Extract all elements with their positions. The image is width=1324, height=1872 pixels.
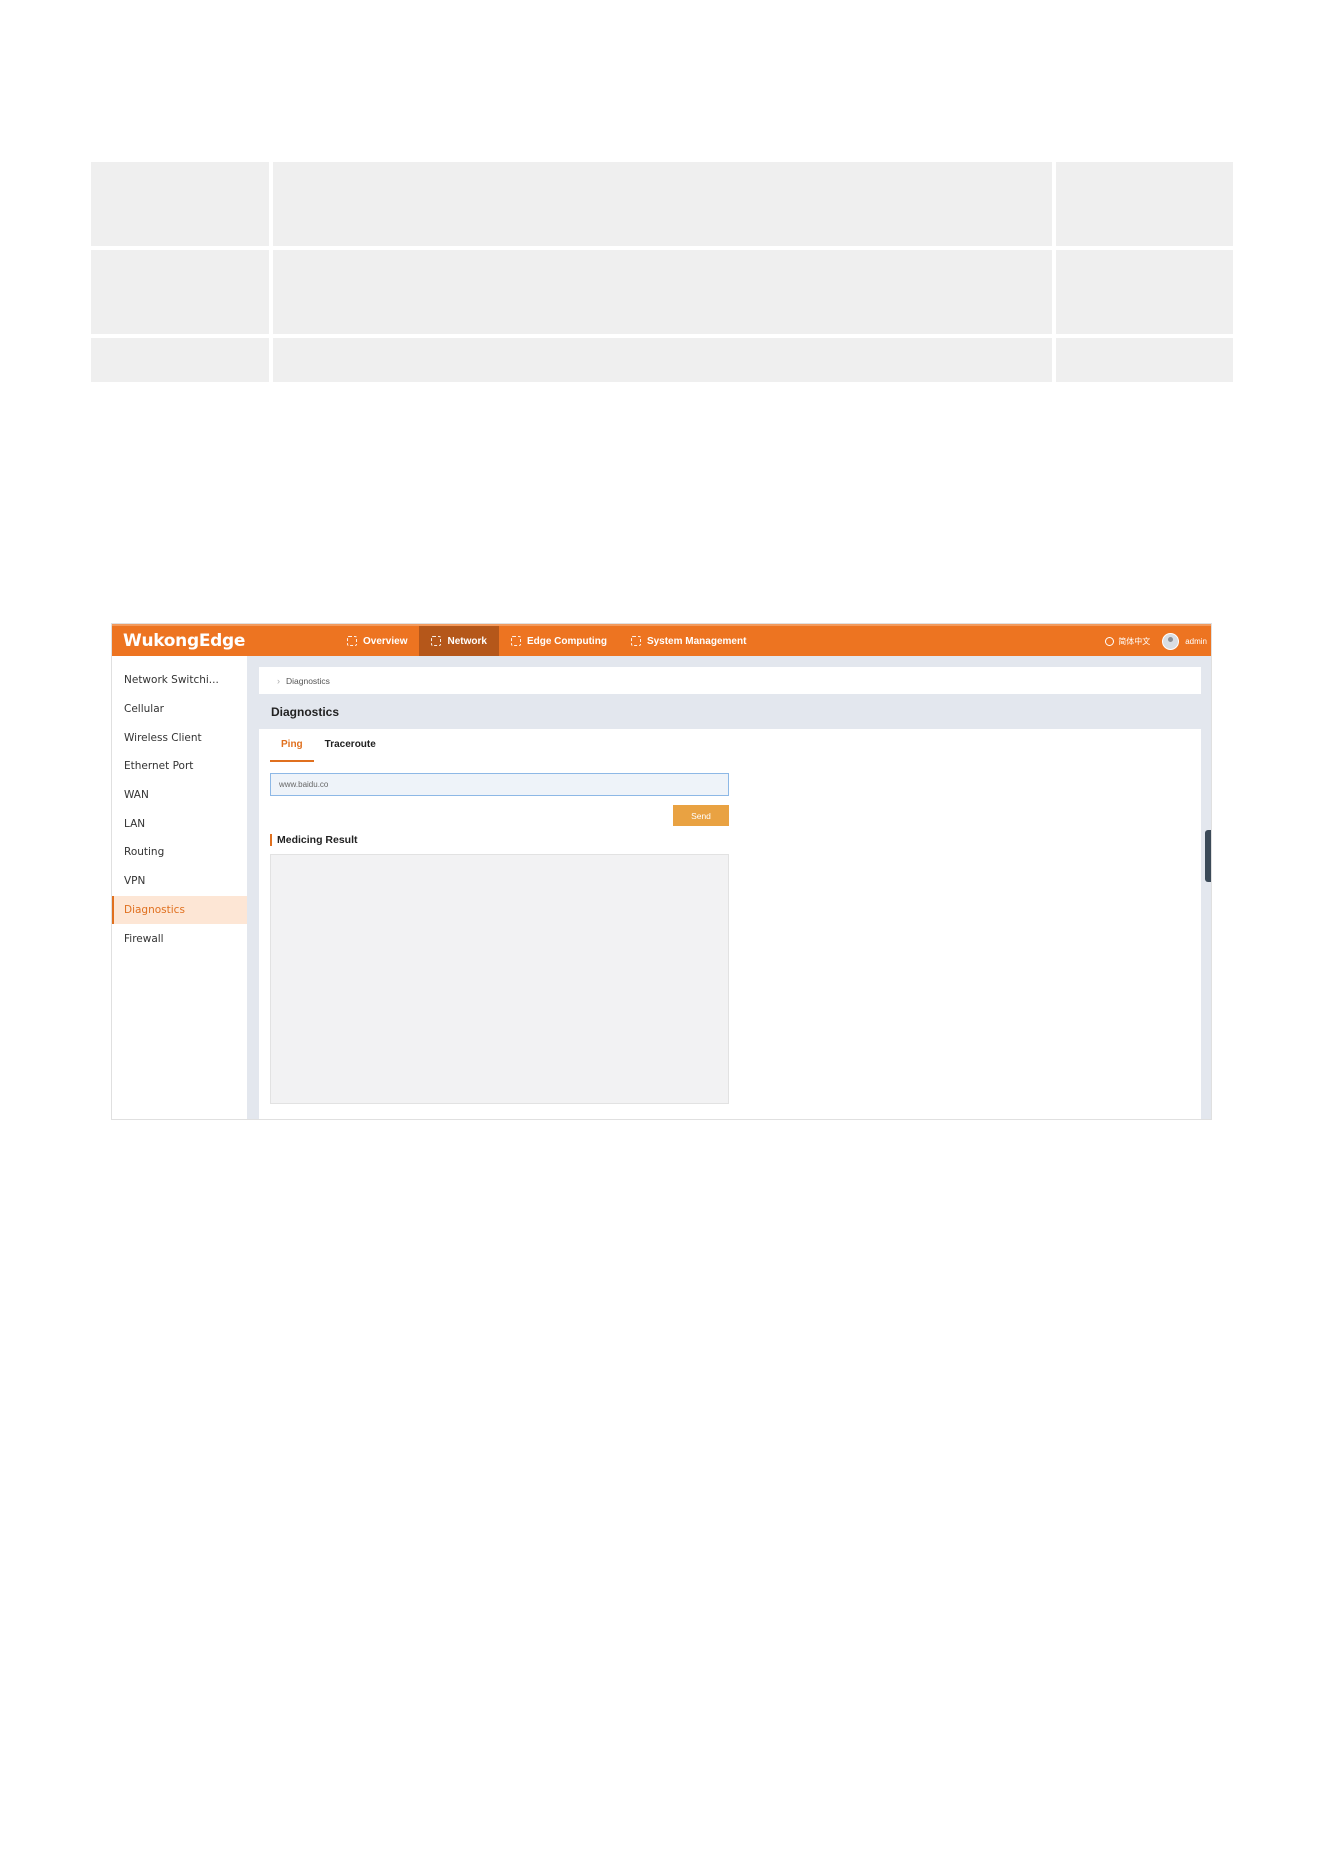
table-cell xyxy=(91,338,273,382)
table-cell xyxy=(91,162,273,250)
table-cell xyxy=(1056,162,1233,250)
language-switch[interactable]: 简体中文 xyxy=(1118,636,1150,647)
table-cell xyxy=(273,162,1056,250)
nav-label: Overview xyxy=(363,635,408,647)
table-cell xyxy=(273,250,1056,338)
network-icon xyxy=(431,636,442,646)
table-cell xyxy=(91,250,273,338)
nav-edge-computing[interactable]: Edge Computing xyxy=(499,626,619,656)
app-screenshot: WukongEdge Overview Network Edge Computi… xyxy=(112,624,1211,1119)
side-handle[interactable] xyxy=(1205,830,1211,882)
nav-network[interactable]: Network xyxy=(419,626,499,656)
system-management-icon xyxy=(630,636,641,646)
table-row xyxy=(91,250,1233,338)
nav-overview[interactable]: Overview xyxy=(335,626,419,656)
table-cell xyxy=(1056,338,1233,382)
avatar[interactable] xyxy=(1162,632,1180,650)
nav-label: System Management xyxy=(646,635,747,647)
edge-computing-icon xyxy=(510,636,521,646)
main-nav: Overview Network Edge Computing System M… xyxy=(335,626,758,656)
result-heading: Medicing Result xyxy=(270,834,358,846)
sidebar-item-lan[interactable]: LAN xyxy=(112,809,247,838)
sidebar-item-vpn[interactable]: VPN xyxy=(112,867,247,896)
sidebar-item-wireless-client[interactable]: Wireless Client xyxy=(112,723,247,752)
page-title: Diagnostics xyxy=(271,705,340,719)
table-row xyxy=(91,338,1233,382)
table-cell xyxy=(273,338,1056,382)
logo: WukongEdge xyxy=(123,631,246,651)
sidebar-item-ethernet-port[interactable]: Ethernet Port xyxy=(112,752,247,781)
sidebar-item-wan[interactable]: WAN xyxy=(112,781,247,810)
breadcrumb-item[interactable]: Diagnostics xyxy=(286,676,330,686)
tab-bar: Ping Traceroute xyxy=(270,739,387,762)
chevron-right-icon: › xyxy=(277,675,280,686)
tab-traceroute[interactable]: Traceroute xyxy=(314,739,387,762)
host-input[interactable] xyxy=(270,773,729,796)
send-button[interactable]: Send xyxy=(673,805,729,826)
sidebar-item-routing[interactable]: Routing xyxy=(112,838,247,867)
sidebar-item-firewall[interactable]: Firewall xyxy=(112,924,247,953)
globe-icon[interactable] xyxy=(1105,636,1115,646)
nav-label: Edge Computing xyxy=(526,635,607,647)
table-row xyxy=(91,162,1233,250)
diagnostics-panel: Ping Traceroute Send Medicing Result xyxy=(259,729,1201,1119)
sidebar: Network Switchi... Cellular Wireless Cli… xyxy=(112,656,247,1119)
overview-icon xyxy=(347,636,357,646)
top-right-controls: 简体中文 admin xyxy=(1105,626,1207,656)
breadcrumb: › Diagnostics xyxy=(259,667,1201,694)
username[interactable]: admin xyxy=(1185,637,1207,646)
table-cell xyxy=(1056,250,1233,338)
sidebar-item-network-switching[interactable]: Network Switchi... xyxy=(112,666,247,695)
result-output xyxy=(270,854,729,1104)
nav-system-management[interactable]: System Management xyxy=(619,626,758,656)
sidebar-item-diagnostics[interactable]: Diagnostics xyxy=(112,895,247,925)
tab-ping[interactable]: Ping xyxy=(270,739,314,762)
sidebar-item-cellular[interactable]: Cellular xyxy=(112,695,247,724)
top-navbar: WukongEdge Overview Network Edge Computi… xyxy=(112,624,1211,656)
nav-label: Network xyxy=(447,635,487,647)
document-table xyxy=(91,162,1233,382)
